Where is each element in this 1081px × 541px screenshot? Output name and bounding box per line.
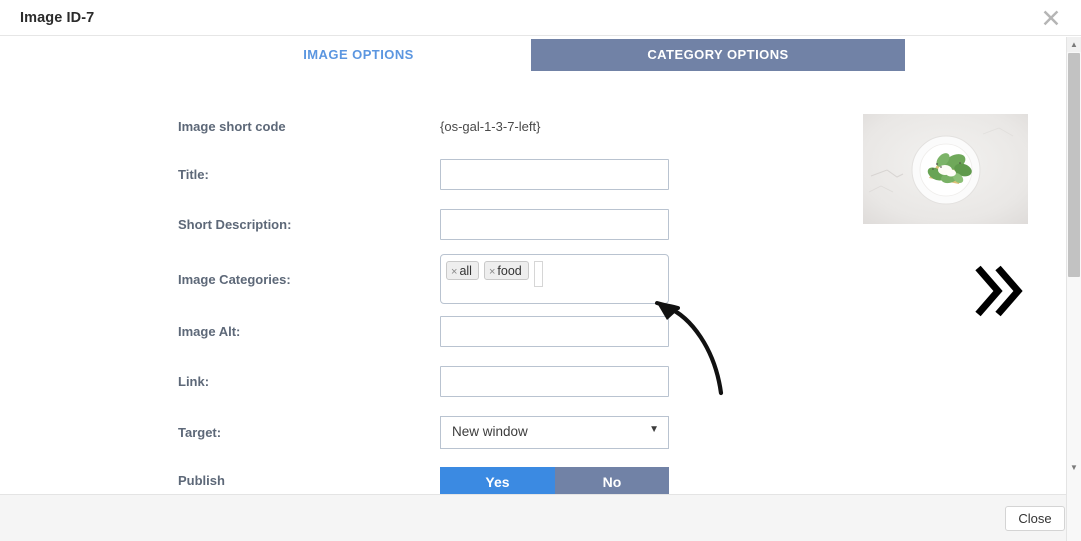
scroll-up-arrow-icon[interactable]: ▲ (1067, 37, 1081, 52)
tag-label: all (459, 264, 472, 278)
modal-body: IMAGE OPTIONS CATEGORY OPTIONS Image sho… (0, 37, 1066, 494)
close-button[interactable]: Close (1005, 506, 1065, 531)
scroll-down-arrow-icon[interactable]: ▼ (1067, 460, 1081, 475)
label-image-categories: Image Categories: (178, 272, 291, 287)
vertical-scrollbar[interactable]: ▲ ▼ (1066, 37, 1081, 541)
publish-no-button[interactable]: No (555, 467, 669, 494)
publish-yes-button[interactable]: Yes (440, 467, 555, 494)
form-row-target: Target: New window ▼ (0, 416, 1066, 449)
publish-toggle-group: Yes No (440, 467, 669, 494)
target-select[interactable]: New window ▼ (440, 416, 669, 449)
label-publish: Publish (178, 473, 225, 488)
image-categories-token-field[interactable]: × all × food (440, 254, 669, 304)
modal-footer: Close (0, 494, 1066, 541)
close-icon[interactable]: ✕ (1038, 7, 1064, 32)
tab-image-options[interactable]: IMAGE OPTIONS (186, 39, 531, 71)
chevron-down-icon: ▼ (649, 424, 659, 435)
modal-title: Image ID-7 (20, 10, 95, 26)
target-select-value: New window (452, 424, 528, 439)
tag-label: food (497, 264, 522, 278)
label-link: Link: (178, 374, 210, 389)
category-search-input[interactable] (533, 261, 543, 287)
label-target: Target: (178, 425, 222, 440)
scrollbar-thumb[interactable] (1068, 53, 1080, 277)
tag-remove-icon[interactable]: × (489, 266, 495, 278)
short-description-input[interactable] (440, 209, 669, 240)
title-input[interactable] (440, 159, 669, 190)
tag-remove-icon[interactable]: × (451, 266, 457, 278)
value-image-short-code: {os-gal-1-3-7-left} (440, 119, 541, 134)
modal-header: Image ID-7 ✕ (0, 0, 1081, 36)
image-edit-modal: Image ID-7 ✕ IMAGE OPTIONS CATEGORY OPTI… (0, 0, 1081, 541)
label-title: Title: (178, 167, 209, 182)
tab-category-options[interactable]: CATEGORY OPTIONS (531, 39, 905, 71)
category-tag-food[interactable]: × food (483, 261, 529, 280)
label-image-short-code: Image short code (178, 119, 286, 134)
label-image-alt: Image Alt: (178, 324, 241, 339)
label-short-description: Short Description: (178, 217, 292, 232)
category-tag-all[interactable]: × all (446, 261, 479, 280)
image-preview-thumbnail (863, 114, 1028, 224)
link-input[interactable] (440, 366, 669, 397)
tab-bar: IMAGE OPTIONS CATEGORY OPTIONS (0, 37, 1066, 73)
image-alt-input[interactable] (440, 316, 669, 347)
